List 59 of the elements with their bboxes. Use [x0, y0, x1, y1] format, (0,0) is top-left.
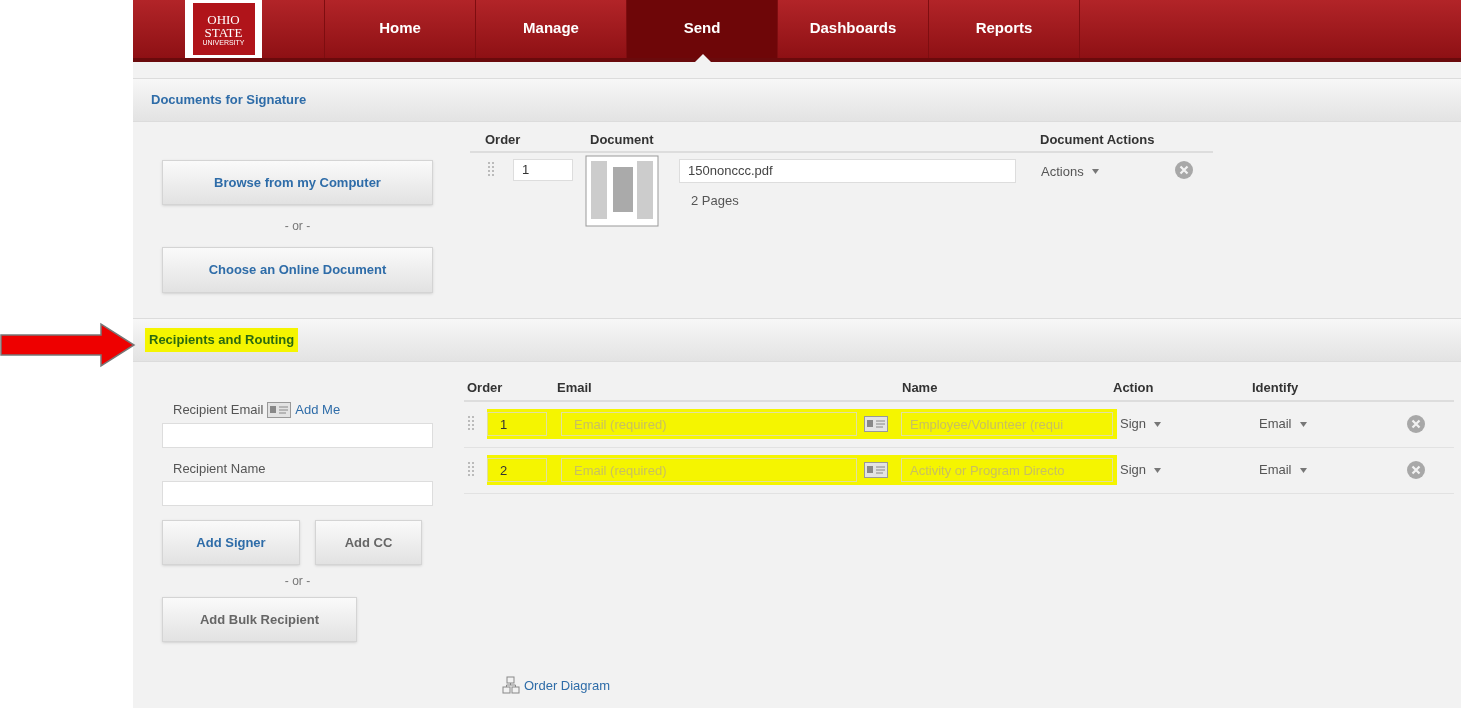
column-header: Order: [467, 379, 504, 397]
caret-icon: [1299, 467, 1307, 473]
remove-icon[interactable]: [1407, 415, 1425, 433]
name-field[interactable]: Activity or Program Directo: [901, 458, 1113, 482]
column-header: Identify: [1252, 379, 1299, 397]
column-header: Email: [557, 379, 593, 397]
order-field[interactable]: 1: [487, 412, 547, 436]
column-header: Document Actions: [1040, 131, 1155, 149]
online-document-button[interactable]: Choose an Online Document: [162, 247, 433, 293]
recipient-name-field[interactable]: [162, 481, 433, 506]
action-dropdown[interactable]: Sign: [1120, 460, 1259, 480]
field-label: Recipient Name: [173, 459, 267, 478]
remove-icon[interactable]: [1174, 160, 1193, 179]
or-text: - or -: [283, 573, 312, 590]
column-header: Order: [485, 131, 522, 149]
caret-icon: [1154, 421, 1162, 427]
recipient-email-field[interactable]: [162, 422, 433, 448]
contact-card-icon[interactable]: [267, 401, 292, 418]
field-label: Recipient Email: [173, 401, 264, 419]
add-signer-button[interactable]: Add Signer: [162, 520, 300, 565]
name-field[interactable]: Employee/Volunteer (requi: [901, 412, 1113, 436]
contact-card-icon[interactable]: [864, 462, 888, 478]
drag-handle-icon[interactable]: [468, 462, 474, 478]
drag-handle-icon[interactable]: [468, 416, 474, 432]
nav-tab[interactable]: Home: [325, 0, 476, 58]
actions-dropdown[interactable]: Actions: [1041, 161, 1099, 181]
order-field[interactable]: 1: [513, 158, 573, 181]
logo-text: OHIO: [207, 12, 240, 26]
caret-icon: [1154, 467, 1162, 473]
order-diagram-link[interactable]: Order Diagram: [524, 675, 610, 695]
action-dropdown[interactable]: Sign: [1120, 414, 1259, 434]
caret-icon: [1299, 421, 1307, 427]
email-field[interactable]: Email (required): [561, 458, 857, 482]
identify-dropdown[interactable]: Email: [1259, 414, 1407, 434]
column-header: Name: [902, 379, 939, 397]
tab-pointer-icon: [695, 54, 711, 62]
arrow-icon: [0, 322, 136, 368]
add-cc-button[interactable]: Add CC: [315, 520, 422, 565]
caret-icon: [1091, 168, 1099, 174]
nav-tab[interactable]: Reports: [929, 0, 1080, 58]
bulk-recipient-button[interactable]: Add Bulk Recipient: [162, 597, 357, 642]
order-field[interactable]: 2: [487, 458, 547, 482]
page-count: 2 Pages: [691, 191, 740, 210]
logo-text: STATE: [204, 25, 243, 39]
column-header: Action: [1113, 379, 1155, 397]
identify-dropdown[interactable]: Email: [1259, 460, 1407, 480]
section-title: Documents for Signature: [150, 91, 308, 110]
remove-icon[interactable]: [1407, 461, 1425, 479]
document-name-field[interactable]: 150nonccc.pdf: [679, 158, 1016, 183]
section-title: Recipients and Routing: [145, 328, 299, 352]
browse-button[interactable]: Browse from my Computer: [162, 160, 433, 205]
add-me-link[interactable]: Add Me: [295, 400, 341, 420]
email-field[interactable]: Email (required): [561, 412, 857, 436]
column-header: Document: [590, 131, 655, 149]
nav-tab[interactable]: Dashboards: [778, 0, 929, 58]
contact-card-icon[interactable]: [864, 416, 888, 432]
or-text: - or -: [283, 218, 312, 235]
drag-handle-icon[interactable]: [488, 161, 494, 178]
diagram-icon: [502, 676, 520, 695]
